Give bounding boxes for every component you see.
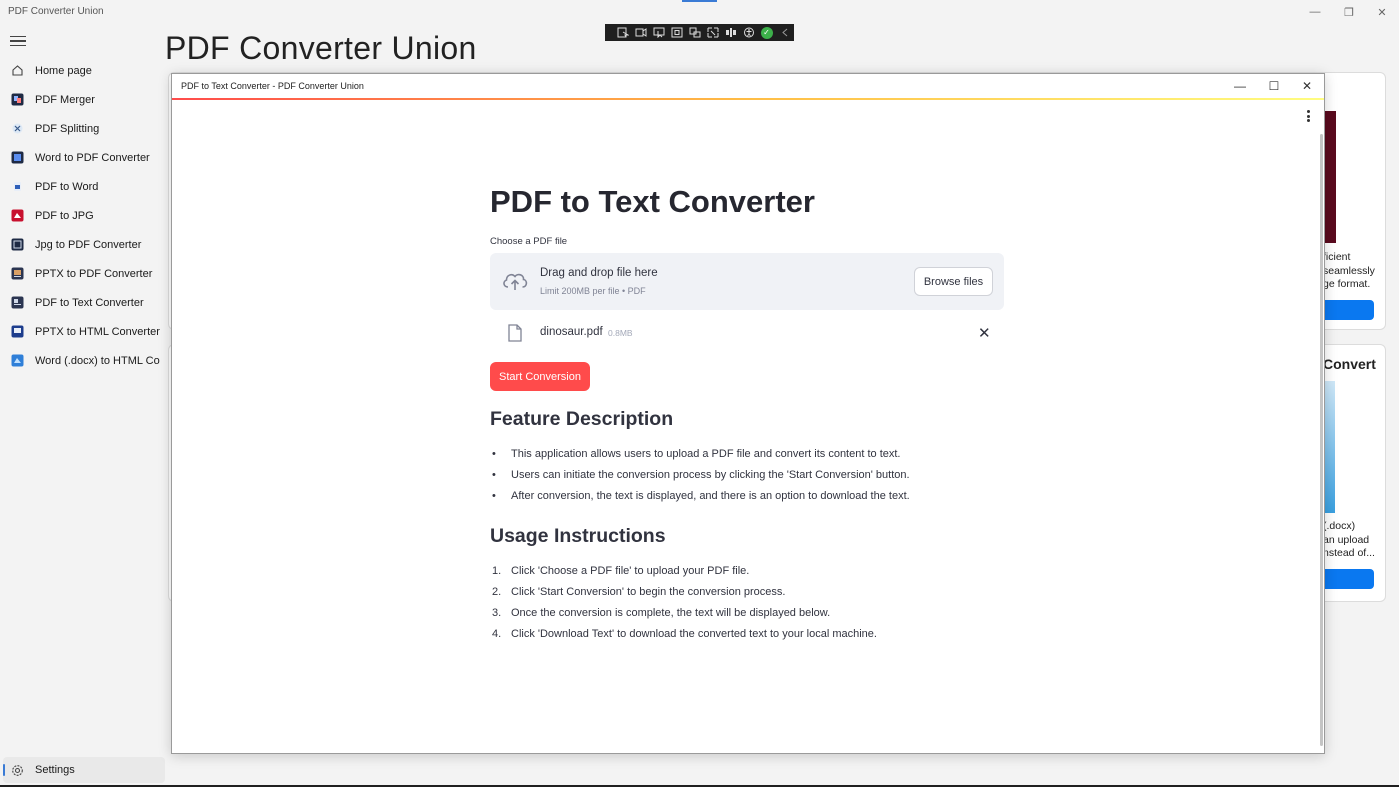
window-minimize-button[interactable]: —	[1298, 0, 1332, 24]
word-to-html-icon	[11, 354, 24, 367]
file-icon	[508, 324, 522, 342]
pdf-to-text-dialog: PDF to Text Converter - PDF Converter Un…	[171, 73, 1325, 754]
cloud-upload-icon	[503, 273, 528, 290]
sidebar-item-word-to-pdf[interactable]: Word to PDF Converter	[0, 143, 166, 172]
toolbar-check-icon[interactable]: ✓	[759, 26, 774, 39]
card2-text-line: (.docx)	[1323, 520, 1356, 532]
toolbar-accessibility-icon[interactable]	[741, 27, 756, 39]
feature-description-heading: Feature Description	[490, 408, 674, 430]
dialog-close-button[interactable]: ✕	[1297, 78, 1317, 94]
sidebar-item-pdf-merger[interactable]: PDF Merger	[0, 85, 166, 114]
app-title: PDF Converter Union	[8, 6, 104, 17]
sidebar-item-label: PDF Splitting	[35, 122, 100, 135]
main-page-title: PDF Converter Union	[165, 30, 477, 66]
floating-toolbar: ✓	[605, 24, 794, 41]
pptx-to-html-icon	[11, 325, 24, 338]
pdf-to-word-icon	[11, 180, 24, 193]
dialog-titlebar: PDF to Text Converter - PDF Converter Un…	[172, 74, 1324, 98]
browse-files-button[interactable]: Browse files	[914, 267, 993, 296]
card-image-blue	[1325, 381, 1335, 513]
sidebar-item-pdf-to-word[interactable]: PDF to Word	[0, 172, 166, 201]
card1-action-button[interactable]	[1323, 300, 1374, 320]
app-titlebar: PDF Converter Union — ❐ ✕	[0, 0, 1399, 24]
card1-text-line: ge format.	[1323, 278, 1371, 290]
pdf-merger-icon	[11, 93, 24, 106]
sidebar-item-label: PDF to Word	[35, 180, 99, 193]
card1-text-line: ficient	[1323, 251, 1351, 263]
toolbar-select-icon[interactable]	[615, 27, 630, 39]
dropzone-limit: Limit 200MB per file • PDF	[540, 286, 646, 296]
pdf-to-text-icon	[11, 296, 24, 309]
upload-label: Choose a PDF file	[490, 236, 568, 247]
sidebar-item-label: PDF Merger	[35, 93, 95, 106]
sidebar-item-label: Word (.docx) to HTML Co	[35, 354, 160, 367]
card2-text-line: nstead of...	[1323, 547, 1375, 559]
sidebar-item-pdf-to-jpg[interactable]: PDF to JPG	[0, 201, 166, 230]
sidebar-item-label: Word to PDF Converter	[35, 151, 150, 164]
toolbar-collapse-icon[interactable]	[777, 27, 792, 39]
sidebar: Home page PDF Merger PDF Splitting Word …	[0, 24, 166, 787]
pptx-to-pdf-icon	[11, 267, 24, 280]
window-close-button[interactable]: ✕	[1365, 0, 1399, 24]
dialog-minimize-button[interactable]: —	[1230, 78, 1250, 94]
sidebar-item-jpg-to-pdf[interactable]: Jpg to PDF Converter	[0, 230, 166, 259]
word-to-pdf-icon	[11, 151, 24, 164]
window-restore-button[interactable]: ❐	[1332, 0, 1366, 24]
usage-instructions-heading: Usage Instructions	[490, 525, 666, 547]
sidebar-item-pptx-to-pdf[interactable]: PPTX to PDF Converter	[0, 259, 166, 288]
home-icon	[11, 64, 24, 77]
sidebar-item-pdf-splitting[interactable]: PDF Splitting	[0, 114, 166, 143]
sidebar-item-label: Jpg to PDF Converter	[35, 238, 142, 251]
sidebar-item-label: PPTX to PDF Converter	[35, 267, 153, 280]
card2-title: Convert	[1323, 356, 1376, 372]
sidebar-item-label: Home page	[35, 64, 92, 77]
sidebar-item-pptx-to-html[interactable]: PPTX to HTML Converter	[0, 317, 166, 346]
file-name: dinosaur.pdf	[540, 326, 603, 338]
sidebar-item-word-to-html[interactable]: Word (.docx) to HTML Co	[0, 346, 166, 375]
start-conversion-button[interactable]: Start Conversion	[490, 362, 590, 391]
sidebar-item-pdf-to-text[interactable]: PDF to Text Converter	[0, 288, 166, 317]
toolbar-inspect-icon[interactable]	[705, 27, 720, 39]
sidebar-item-label: PPTX to HTML Converter	[35, 325, 160, 338]
settings-active-indicator	[3, 764, 5, 776]
dialog-maximize-button[interactable]: ☐	[1264, 78, 1284, 94]
file-dropzone[interactable]: Drag and drop file here Limit 200MB per …	[490, 253, 1004, 310]
uploaded-file-row: dinosaur.pdf 0.8MB ✕	[490, 322, 1004, 344]
card2-text-line: an upload	[1323, 534, 1370, 546]
remove-file-icon[interactable]: ✕	[978, 324, 991, 342]
sidebar-item-label: PDF to JPG	[35, 209, 94, 222]
hamburger-menu-icon[interactable]	[10, 34, 26, 48]
toolbar-frame-icon[interactable]	[669, 27, 684, 39]
jpg-to-pdf-icon	[11, 238, 24, 251]
dropzone-instruction: Drag and drop file here	[540, 267, 658, 279]
toolbar-element-icon[interactable]	[687, 27, 702, 39]
settings-label: Settings	[35, 764, 75, 776]
more-options-icon[interactable]	[1306, 110, 1310, 122]
card-image-dark	[1325, 111, 1336, 243]
toolbar-record-icon[interactable]	[633, 27, 648, 39]
toolbar-audio-icon[interactable]	[723, 27, 738, 39]
sidebar-item-label: PDF to Text Converter	[35, 296, 144, 309]
sidebar-item-settings[interactable]: Settings	[3, 757, 165, 783]
sidebar-item-home[interactable]: Home page	[0, 56, 166, 85]
top-tab-indicator	[682, 0, 717, 2]
dialog-title: PDF to Text Converter - PDF Converter Un…	[181, 81, 364, 91]
card1-text-line: seamlessly	[1323, 265, 1375, 277]
pdf-splitting-icon	[11, 122, 24, 135]
toolbar-cursor-icon[interactable]	[651, 27, 666, 39]
card2-action-button[interactable]	[1323, 569, 1374, 589]
pdf-to-jpg-icon	[11, 209, 24, 222]
gear-icon	[11, 764, 24, 777]
file-size: 0.8MB	[608, 328, 633, 338]
header-gradient-bar	[172, 98, 1324, 100]
dialog-scrollbar[interactable]	[1320, 134, 1323, 746]
page-heading: PDF to Text Converter	[490, 184, 815, 219]
